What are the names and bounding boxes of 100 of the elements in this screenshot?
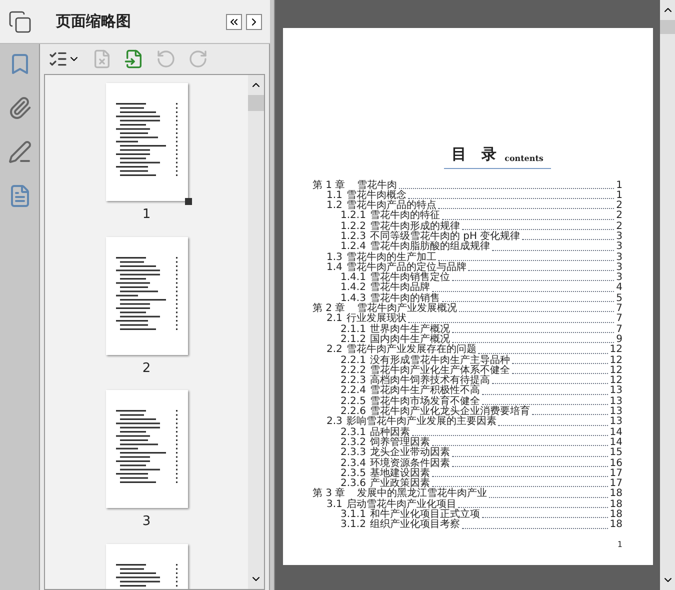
toc-title: 雪花肉牛生产积极性不高 <box>370 386 480 396</box>
toc-page-number: 5 <box>616 294 622 304</box>
next-button[interactable] <box>246 14 262 30</box>
toc-page-number: 3 <box>616 242 622 252</box>
toc-title: 雪花牛肉产业发展存在的问题 <box>346 345 476 356</box>
toc-page-number: 15 <box>610 448 622 458</box>
toc-title: 影响雪花牛肉产业发展的主要因素 <box>346 417 496 428</box>
scrollbar[interactable] <box>248 75 264 589</box>
toc-title: 雪花牛肉概念 <box>346 190 406 201</box>
toc-title: 雪花牛肉产业化生产体系不健全 <box>370 366 510 376</box>
collapse-button[interactable] <box>226 14 242 30</box>
insert-page-icon <box>124 49 144 69</box>
toc-page-number: 12 <box>610 345 622 356</box>
toc-number: 1.1 <box>326 190 342 201</box>
signature-icon[interactable] <box>8 140 32 164</box>
page-thumbnail[interactable] <box>106 390 188 508</box>
toc-number: 第 3 章 <box>312 489 346 500</box>
page-number: 1 <box>617 538 622 551</box>
toc-number: 1.2.2 <box>340 222 366 232</box>
toc-page-number: 9 <box>616 334 622 345</box>
toc-page-number: 1 <box>616 180 622 190</box>
toc-title: 龙头企业带动因素 <box>370 448 450 458</box>
scroll-thumb[interactable] <box>248 95 264 111</box>
toc-title: 雪花牛肉市场发育不健全 <box>370 396 480 407</box>
toc-title: 雪花牛肉品牌 <box>370 283 430 294</box>
toc-number: 2.1 <box>326 314 342 324</box>
page-thumbnail[interactable] <box>106 236 188 354</box>
toc-title: 雪花牛肉形成的规律 <box>370 222 460 232</box>
toc-page-number: 3 <box>616 232 622 242</box>
delete-page-icon <box>92 49 112 69</box>
undo-icon <box>156 49 176 69</box>
toc-page-number: 17 <box>610 479 622 490</box>
toc-title: 发展中的黑龙江雪花牛肉产业 <box>357 489 488 500</box>
toc-page-number: 16 <box>610 458 622 469</box>
toc-page-number: 3 <box>616 252 622 263</box>
toc-number: 2.1.1 <box>340 324 366 335</box>
toc-page-number: 18 <box>610 520 622 531</box>
toc-number: 2.2.5 <box>340 396 366 407</box>
toc-title: 基地建设因素 <box>370 468 430 479</box>
toc-number: 1.2.4 <box>340 242 366 252</box>
toc-page-number: 13 <box>610 396 622 407</box>
toc-number: 1.2.3 <box>340 232 366 242</box>
toc-title: 雪花牛肉的生产加工 <box>346 252 436 263</box>
toc-title: 启动雪花牛肉产业化项目 <box>346 500 456 510</box>
toc-title: 不同等级雪花牛肉的 pH 变化规律 <box>370 232 520 242</box>
toc-number: 2.3.2 <box>340 438 366 448</box>
toc-page-number: 7 <box>616 304 622 314</box>
toc-page-number: 4 <box>616 283 622 294</box>
toc-number: 2.3.4 <box>340 458 366 469</box>
toc-title: 国内肉牛生产概况 <box>370 334 450 345</box>
toc-title: 雪花牛肉的特征 <box>370 211 440 222</box>
toc-number: 2.2 <box>326 345 342 356</box>
scroll-thumb[interactable] <box>660 20 675 34</box>
toc-number: 1.4 <box>326 262 342 273</box>
toc-number: 3.1 <box>326 500 342 510</box>
toc-title: 行业发展现状 <box>346 314 406 324</box>
toc-number: 3.1.1 <box>340 510 366 520</box>
toc-number: 2.2.4 <box>340 386 366 396</box>
toc-page-number: 14 <box>610 428 622 438</box>
toc-number: 1.4.2 <box>340 283 366 294</box>
view-handle[interactable] <box>184 198 192 205</box>
toc-page-number: 7 <box>616 314 622 324</box>
toc-page-number: 13 <box>610 407 622 418</box>
toc-number: 2.1.2 <box>340 334 366 345</box>
toc-page-number: 12 <box>610 376 622 386</box>
toc-title: 雪花牛肉的销售 <box>370 294 440 304</box>
scrollbar[interactable] <box>660 0 675 590</box>
toc-page-number: 2 <box>616 201 622 212</box>
toc-title: 饲养管理因素 <box>370 438 430 448</box>
toolbar-button[interactable] <box>124 49 144 69</box>
toc-subheading: contents <box>504 152 544 164</box>
toc-page-number: 18 <box>610 489 622 500</box>
toc-title: 没有形成雪花牛肉生产主导品种 <box>370 356 510 366</box>
toc-number: 1.2 <box>326 201 342 212</box>
toc-number: 2.2.1 <box>340 356 366 366</box>
toc-page-number: 14 <box>610 438 622 448</box>
toc-number: 2.2.2 <box>340 366 366 376</box>
toc-page-number: 12 <box>610 366 622 376</box>
paperclip-icon[interactable] <box>8 96 32 120</box>
toc-page-number: 13 <box>610 386 622 396</box>
toc-page-number: 3 <box>616 262 622 273</box>
toc-number: 1.3 <box>326 252 342 263</box>
toc-number: 2.3.3 <box>340 448 366 458</box>
toc-title: 雪花牛肉脂肪酸的组成规律 <box>370 242 490 252</box>
page-label: 1 <box>142 206 151 224</box>
toc-page-number: 12 <box>610 356 622 366</box>
toc-title: 世界肉牛生产概况 <box>370 324 450 335</box>
toc-number: 第 2 章 <box>312 304 346 314</box>
toc-number: 1.4.1 <box>340 273 366 284</box>
toc-number: 1.2.1 <box>340 211 366 222</box>
redo-icon <box>188 49 208 69</box>
toc-title: 雪花牛肉 <box>357 180 398 190</box>
panel-title: 页面缩略图 <box>56 11 132 32</box>
pages-icon[interactable] <box>8 10 32 34</box>
toc-number: 2.2.3 <box>340 376 366 386</box>
toc-number: 2.3.1 <box>340 428 366 438</box>
toc-page-number: 3 <box>616 273 622 284</box>
toc-page-number: 1 <box>616 190 622 201</box>
page-label: 2 <box>142 360 151 378</box>
toc-number: 2.3.6 <box>340 479 366 490</box>
